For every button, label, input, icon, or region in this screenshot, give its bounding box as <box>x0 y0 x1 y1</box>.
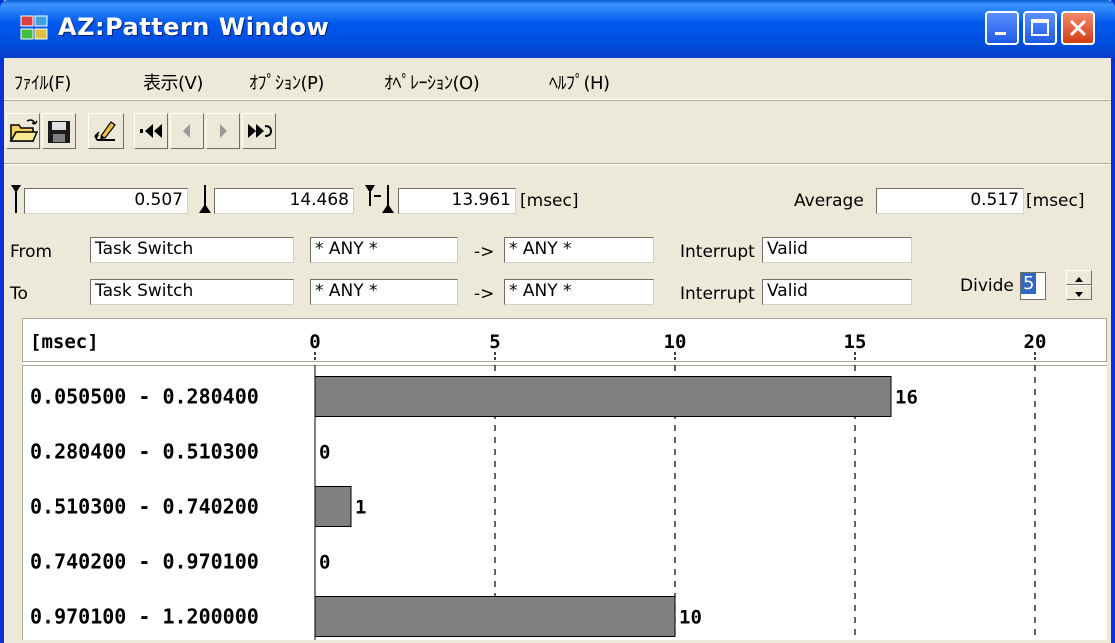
from-event-field[interactable]: Task Switch <box>90 237 294 263</box>
x-tick-label: 5 <box>489 331 500 353</box>
bar-value-label: 0 <box>319 442 330 464</box>
bar-value-label: 0 <box>319 552 330 574</box>
first-button[interactable] <box>134 113 168 149</box>
menu-help[interactable]: ﾍﾙﾌﾟ(H) <box>549 69 610 95</box>
end-time-field[interactable]: 14.468 <box>214 188 354 214</box>
category-label: 0.510300 - 0.740200 <box>30 495 259 519</box>
category-label: 0.280400 - 0.510300 <box>30 440 259 464</box>
from-target-field[interactable]: * ANY * <box>504 237 654 263</box>
close-icon <box>1069 19 1087 37</box>
open-button[interactable] <box>6 113 40 149</box>
maximize-icon <box>1031 19 1049 36</box>
histogram-bar <box>314 376 892 417</box>
to-arrow: -> <box>474 284 495 304</box>
from-interrupt-label: Interrupt <box>680 242 755 262</box>
histogram-svg: [msec] 0 5 10 15 200.050500 - 0.280400 160.280… <box>30 331 1047 640</box>
title-bar[interactable]: AZ:Pattern Window <box>0 0 1115 58</box>
histogram-bar <box>314 596 676 637</box>
edit-pencil-icon <box>94 121 116 141</box>
category-label: 0.050500 - 0.280400 <box>30 385 259 409</box>
start-marker-icon <box>11 185 21 213</box>
divide-input[interactable]: 5 <box>1020 272 1046 300</box>
to-target-field[interactable]: * ANY * <box>504 279 654 305</box>
menu-options[interactable]: ｵﾌﾟｼｮﾝ(P) <box>249 69 324 95</box>
bar-value-label: 10 <box>679 607 702 629</box>
chart-unit-label: [msec] <box>30 331 99 353</box>
end-marker-icon <box>199 185 211 213</box>
from-source-field[interactable]: * ANY * <box>310 237 458 263</box>
save-button[interactable] <box>42 113 76 149</box>
window-title: AZ:Pattern Window <box>58 13 330 41</box>
category-label: 0.970100 - 1.200000 <box>30 605 259 629</box>
spin-down-icon <box>1075 292 1083 297</box>
close-button[interactable] <box>1061 11 1095 45</box>
previous-icon <box>183 124 190 138</box>
average-label: Average <box>794 191 864 211</box>
menu-bar: ﾌｧｲﾙ(F) 表示(V) ｵﾌﾟｼｮﾝ(P) ｵﾍﾟﾚｰｼｮﾝ(O) ﾍﾙﾌﾟ… <box>4 60 1111 100</box>
histogram-bar <box>314 486 352 527</box>
spin-down-button[interactable] <box>1066 285 1092 300</box>
from-label: From <box>10 242 53 262</box>
menu-file[interactable]: ﾌｧｲﾙ(F) <box>14 69 71 95</box>
difference-field[interactable]: 13.961 <box>398 188 516 214</box>
last-button[interactable] <box>242 113 276 149</box>
spin-up-button[interactable] <box>1066 270 1092 285</box>
toolbar <box>4 103 1111 163</box>
x-tick-label: 0 <box>309 331 320 353</box>
to-source-field[interactable]: * ANY * <box>310 279 458 305</box>
first-icon <box>140 124 162 138</box>
menu-operation[interactable]: ｵﾍﾟﾚｰｼｮﾝ(O) <box>384 69 480 95</box>
category-label: 0.740200 - 0.970100 <box>30 550 259 574</box>
app-icon <box>20 15 48 40</box>
edit-button[interactable] <box>88 113 124 149</box>
minimize-icon <box>995 32 1006 35</box>
divide-spinner[interactable] <box>1066 270 1092 300</box>
open-folder-icon <box>9 119 39 142</box>
difference-unit: [msec] <box>520 191 579 211</box>
from-interrupt-field[interactable]: Valid <box>762 237 912 263</box>
minimize-button[interactable] <box>985 11 1019 45</box>
bar-value-label: 1 <box>355 497 366 519</box>
histogram-chart: [msec] 0 5 10 15 20 0.050500 - 0.280400 16 0.280… <box>22 318 1107 640</box>
x-tick-label: 20 <box>1024 331 1047 353</box>
divide-value: 5 <box>1021 273 1037 294</box>
next-button[interactable] <box>206 113 240 149</box>
bar-value-label: 16 <box>895 387 918 409</box>
maximize-button[interactable] <box>1023 11 1057 45</box>
save-disk-icon <box>48 121 70 143</box>
next-icon <box>220 124 227 138</box>
to-event-field[interactable]: Task Switch <box>90 279 294 305</box>
to-interrupt-field[interactable]: Valid <box>762 279 912 305</box>
from-arrow: -> <box>474 242 495 262</box>
previous-button[interactable] <box>170 113 204 149</box>
range-marker-icon <box>365 185 394 213</box>
average-field[interactable]: 0.517 <box>876 188 1024 214</box>
to-interrupt-label: Interrupt <box>680 284 755 304</box>
x-tick-label: 15 <box>844 331 867 353</box>
start-time-field[interactable]: 0.507 <box>24 188 188 214</box>
x-tick-label: 10 <box>664 331 687 353</box>
pattern-window: AZ:Pattern Window ﾌｧｲﾙ(F) 表示(V) ｵﾌﾟｼｮﾝ(P… <box>0 0 1115 643</box>
menu-view[interactable]: 表示(V) <box>143 69 203 95</box>
average-unit: [msec] <box>1026 191 1085 211</box>
toolbar-separator <box>4 163 1111 165</box>
to-label: To <box>10 284 28 304</box>
last-icon <box>248 124 273 138</box>
divide-label: Divide <box>960 276 1014 296</box>
